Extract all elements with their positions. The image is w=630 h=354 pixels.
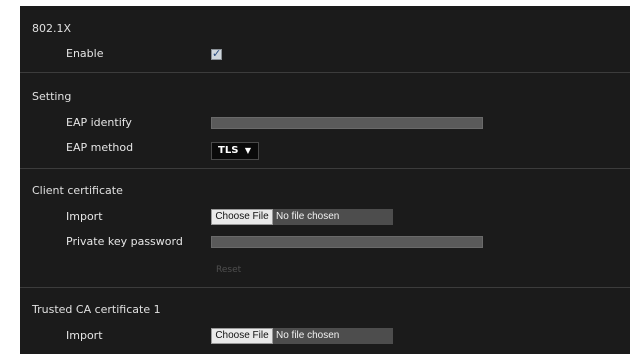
enable-label: Enable (66, 47, 104, 60)
file-status-text: No file chosen (276, 211, 340, 222)
section-title-setting: Setting (32, 90, 72, 103)
client-import-label: Import (66, 210, 103, 223)
eap-method-select[interactable]: TLS ▼ (211, 142, 259, 160)
settings-panel: 802.1X Enable ✓ Setting EAP identify EAP… (20, 6, 630, 354)
eap-identify-label: EAP identify (66, 116, 132, 129)
choose-file-button[interactable]: Choose File (211, 328, 273, 344)
reset-button[interactable]: Reset (216, 265, 241, 275)
file-status-text: No file chosen (276, 330, 340, 341)
enable-checkbox[interactable]: ✓ (211, 47, 222, 60)
trusted-ca-file-input[interactable]: Choose File No file chosen (211, 328, 393, 344)
eap-method-label: EAP method (66, 141, 134, 154)
section-divider (20, 72, 630, 73)
section-divider (20, 168, 630, 169)
client-cert-file-input[interactable]: Choose File No file chosen (211, 209, 393, 225)
chevron-down-icon: ▼ (244, 146, 252, 155)
private-key-password-field[interactable] (211, 236, 483, 248)
section-title-client-certificate: Client certificate (32, 184, 123, 197)
eap-identify-field[interactable] (211, 117, 483, 129)
private-key-password-label: Private key password (66, 235, 183, 248)
section-divider (20, 287, 630, 288)
trusted-ca-import-label: Import (66, 329, 103, 342)
section-title-802-1x: 802.1X (32, 22, 72, 35)
section-title-trusted-ca-certificate: Trusted CA certificate 1 (32, 303, 161, 316)
checkmark-icon: ✓ (212, 47, 222, 60)
choose-file-button[interactable]: Choose File (211, 209, 273, 225)
eap-method-value: TLS (218, 145, 239, 156)
